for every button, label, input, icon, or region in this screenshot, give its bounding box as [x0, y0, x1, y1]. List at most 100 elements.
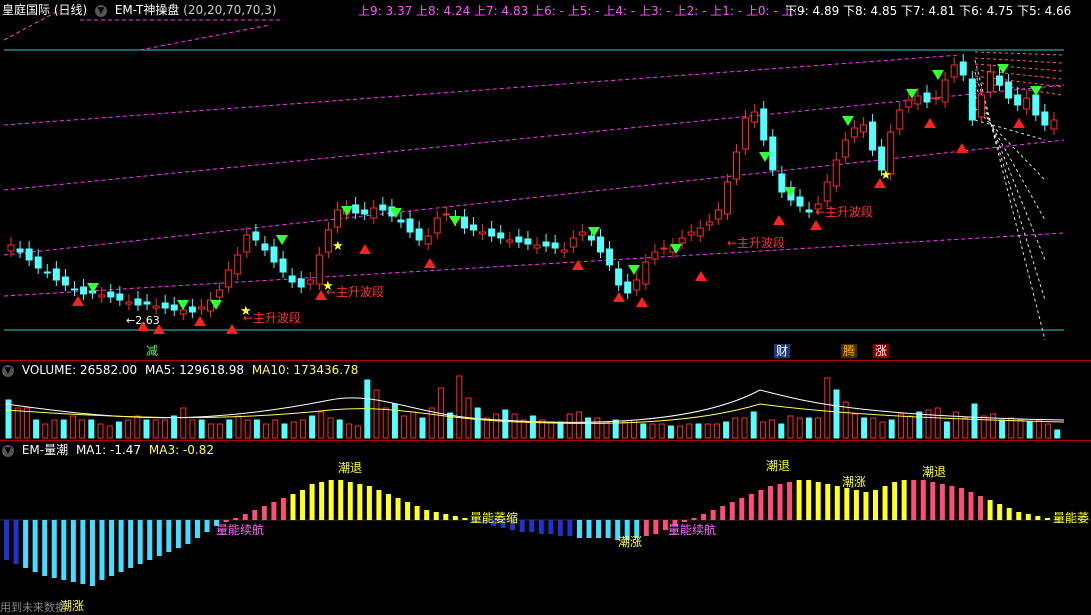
candle-up — [442, 213, 450, 216]
tide-bar — [156, 520, 162, 556]
tide-bar — [166, 520, 172, 552]
volume-bar-up — [456, 375, 463, 439]
candle-down — [587, 235, 595, 241]
tide-bar — [538, 520, 544, 534]
tide-bar — [710, 510, 716, 520]
volume-bar-up — [189, 419, 196, 439]
indicator-ma1: MA1: -1.47 — [75, 443, 142, 457]
tide-bar — [347, 482, 353, 520]
candle-up — [234, 254, 242, 275]
energy-shrink-label: 量能萎缩 — [470, 510, 518, 525]
volume-bar-down — [778, 423, 785, 439]
candle-up — [850, 127, 858, 138]
volume-bar-up — [787, 415, 794, 439]
tide-bar — [930, 482, 936, 520]
candle-up — [642, 261, 650, 285]
buy-signal-triangle — [924, 118, 936, 128]
volume-bar-down — [474, 407, 481, 439]
candle-down — [878, 146, 886, 171]
tide-bar — [290, 494, 296, 520]
candle-down — [470, 224, 478, 231]
sell-signal-triangle — [341, 206, 353, 216]
tide-bar — [204, 520, 210, 532]
indicator-name[interactable]: EM-T神操盘 — [115, 3, 180, 17]
tide-bar — [99, 520, 105, 580]
tide-bar — [319, 482, 325, 520]
candle-up — [1023, 97, 1031, 110]
volume-bar-up — [327, 417, 334, 439]
candle-up — [696, 227, 704, 237]
tide-bar — [968, 492, 974, 520]
volume-panel[interactable]: ▼ VOLUME: 26582.00 MA5: 129618.98 MA10: … — [0, 360, 1091, 440]
volume-bar-up — [23, 407, 30, 439]
candle-down — [116, 293, 124, 301]
volume-bar-up — [244, 419, 251, 439]
candle-down — [615, 268, 623, 286]
candle-up — [578, 231, 586, 236]
volume-bar-up — [621, 421, 628, 439]
tide-bar — [825, 484, 831, 520]
event-tag-limit-up[interactable]: 涨 — [873, 344, 890, 358]
tide-bar — [978, 496, 984, 520]
wave-label: ←主升波段 — [326, 284, 384, 299]
candle-down — [415, 228, 423, 241]
volume-bar-up — [299, 419, 306, 439]
volume-bar-up — [566, 413, 573, 439]
collapse-arrow-icon[interactable]: ▼ — [2, 364, 14, 377]
tide-bar — [739, 498, 745, 520]
energy-continue-label: 量能续航 — [216, 522, 264, 537]
event-tag-reduce[interactable]: 减 — [144, 344, 160, 358]
sell-signal-triangle — [997, 64, 1009, 74]
candle-up — [823, 181, 831, 202]
candle-up — [433, 217, 441, 234]
candle-up — [705, 221, 713, 226]
candle-up — [7, 244, 15, 252]
candle-up — [687, 231, 695, 236]
volume-bar-down — [723, 421, 730, 439]
buy-signal-triangle — [613, 292, 625, 302]
tide-bar — [892, 482, 898, 520]
sell-signal-triangle — [1030, 86, 1042, 96]
candle-down — [188, 306, 196, 313]
energy-continue-label: 量能续航 — [668, 522, 716, 537]
candle-up — [306, 279, 314, 285]
event-tag-finance[interactable]: 财 — [774, 344, 791, 358]
tide-bar — [61, 520, 67, 580]
candle-up — [98, 294, 106, 298]
tide-bar — [223, 520, 229, 522]
volume-bar-down — [943, 421, 950, 439]
volume-header: ▼ VOLUME: 26582.00 MA5: 129618.98 MA10: … — [2, 362, 362, 378]
tide-bar — [844, 488, 850, 520]
main-chart-panel[interactable]: ★ ★ ★ ★ ←主升波段 ←主升波段 ←主升波段 ←主升波段 ←2.63 皇庭国际 (日线) … — [0, 0, 1091, 360]
tide-bar — [1025, 514, 1031, 520]
tide-bar — [252, 510, 258, 520]
tide-bar — [51, 520, 57, 578]
candlestick-chart[interactable]: ★★★★←主升波段←主升波段←主升波段←主升波段←2.63 — [0, 0, 1091, 360]
candle-up — [243, 234, 251, 253]
collapse-arrow-icon[interactable]: ▼ — [95, 4, 108, 17]
volume-bar-down — [971, 403, 978, 439]
volume-bar-down — [888, 419, 895, 439]
volume-bar-down — [198, 419, 205, 439]
event-tag-tencent[interactable]: 腾 — [841, 344, 858, 358]
tide-bar — [653, 520, 659, 534]
candle-down — [606, 248, 614, 266]
candle-down — [43, 271, 51, 274]
tide-bar — [185, 520, 191, 544]
candle-up — [914, 95, 922, 105]
candle-up — [225, 269, 233, 288]
tide-bar — [271, 502, 277, 520]
volume-bar-up — [686, 423, 693, 439]
volume-bar-up — [373, 389, 380, 439]
indicator-title[interactable]: EM-量潮 — [22, 443, 68, 457]
volume-bar-down — [861, 417, 868, 439]
tide-bar — [576, 520, 582, 538]
tide-indicator-chart[interactable]: 潮涨潮退量能续航量能萎缩潮涨量能续航潮退潮涨潮退量能萎 — [0, 440, 1091, 615]
volume-bar-up — [401, 415, 408, 439]
volume-bar-up — [1017, 419, 1024, 439]
volume-bar-up — [1035, 419, 1042, 439]
sell-signal-triangle — [449, 216, 461, 226]
tide-indicator-panel[interactable]: 潮涨 潮退 量能续航 量能萎缩 潮涨 量能续航 潮退 潮涨 潮退 量能萎 ▼ EM-量潮 MA1:… — [0, 440, 1091, 615]
collapse-arrow-icon[interactable]: ▼ — [2, 444, 14, 457]
candle-down — [923, 92, 931, 103]
